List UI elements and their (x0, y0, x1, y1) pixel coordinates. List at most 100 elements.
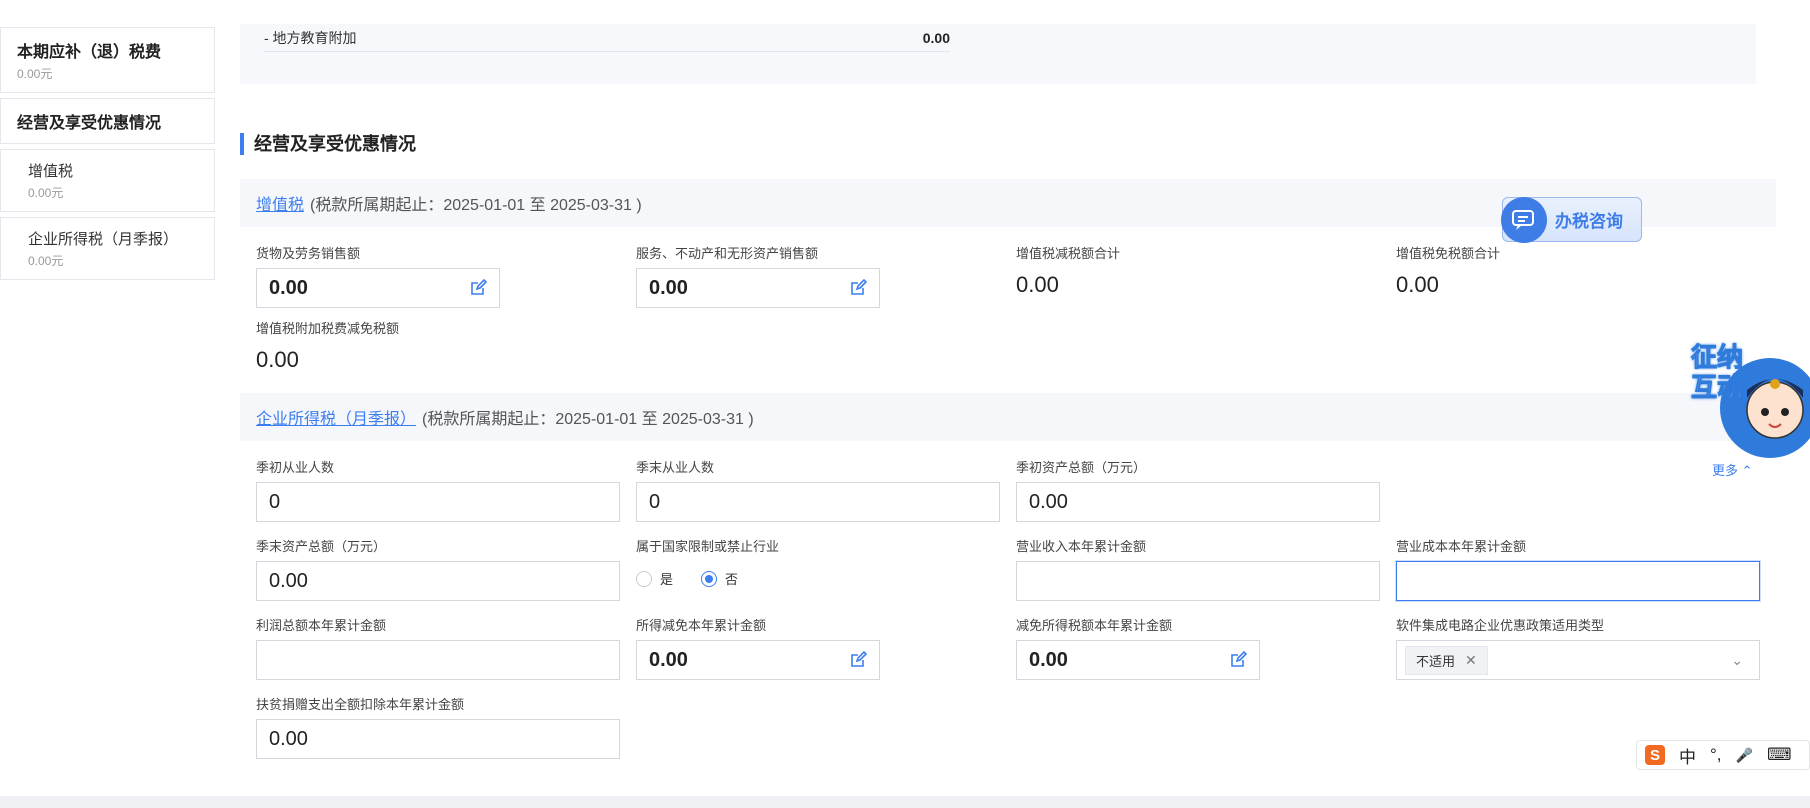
field-label: 属于国家限制或禁止行业 (636, 539, 780, 554)
cost-ytd-field: 营业成本本年累计金额 (1396, 537, 1760, 601)
tax-reduction-input[interactable]: 0.00 (1016, 640, 1260, 680)
surcharge-reduction-field: 增值税附加税费减免税额 0.00 (256, 319, 556, 373)
close-icon[interactable]: ✕ (1465, 652, 1477, 669)
tax-reduction-field: 减免所得税额本年累计金额 0.00 (1016, 616, 1260, 680)
end-employees-input[interactable]: 0 (636, 482, 1000, 522)
goods-sales-field: 货物及劳务销售额 0.00 (256, 244, 500, 308)
radio-label: 否 (725, 572, 739, 587)
edit-icon[interactable] (849, 651, 867, 669)
sidebar-item-vat[interactable]: 增值税 0.00元 (0, 149, 215, 212)
profit-ytd-input[interactable] (256, 640, 620, 680)
summary-value: 0.00 (922, 29, 950, 46)
service-sales-input[interactable]: 0.00 (636, 268, 880, 308)
start-assets-input[interactable]: 0.00 (1016, 482, 1380, 522)
field-value: 0.00 (256, 347, 299, 372)
bottom-strip (0, 796, 1810, 808)
radio-no-circle[interactable] (701, 570, 718, 587)
sidebar-item-tax-due[interactable]: 本期应补（退）税费 0.00元 (0, 27, 215, 93)
sogou-logo-icon[interactable]: S (1645, 745, 1665, 765)
mascot-assistant[interactable]: 征纳互动 (1685, 340, 1810, 460)
sidebar-item-amount: 0.00元 (17, 67, 53, 81)
cost-ytd-input[interactable] (1396, 561, 1760, 601)
selected-tag: 不适用 ✕ (1405, 645, 1488, 675)
field-value: 0.00 (1396, 272, 1439, 297)
field-label: 季末资产总额（万元） (256, 539, 387, 554)
sidebar-item-label: 企业所得税（月季报） (28, 231, 179, 248)
field-label: 营业收入本年累计金额 (1016, 539, 1147, 554)
start-employees-input[interactable]: 0 (256, 482, 620, 522)
software-policy-select[interactable]: 不适用 ✕ ⌄ (1396, 640, 1760, 680)
radio-label: 是 (660, 572, 674, 587)
end-employees-field: 季末从业人数 0 (636, 458, 1000, 522)
field-label: 所得减免本年累计金额 (636, 618, 767, 633)
income-reduction-input[interactable]: 0.00 (636, 640, 880, 680)
section-title: 经营及享受优惠情况 (240, 133, 416, 155)
field-label: 货物及劳务销售额 (256, 246, 361, 261)
field-label: 季末从业人数 (636, 460, 715, 475)
poverty-donation-input[interactable]: 0.00 (256, 719, 620, 759)
radio-yes[interactable]: 是 (636, 569, 673, 588)
profit-ytd-field: 利润总额本年累计金额 (256, 616, 620, 680)
cit-period: (税款所属期起止：2025-01-01 至 2025-03-31 ) (422, 411, 754, 428)
software-policy-field: 软件集成电路企业优惠政策适用类型 不适用 ✕ ⌄ (1396, 616, 1760, 680)
radio-yes-circle[interactable] (636, 570, 652, 587)
tag-label: 不适用 (1416, 653, 1456, 669)
field-label: 季初资产总额（万元） (1016, 460, 1147, 475)
summary-row: - 地方教育附加 0.00 (264, 24, 950, 52)
field-label: 软件集成电路企业优惠政策适用类型 (1396, 618, 1605, 633)
income-reduction-field: 所得减免本年累计金额 0.00 (636, 616, 880, 680)
summary-label: - 地方教育附加 (264, 29, 357, 46)
radio-no[interactable]: 否 (701, 569, 738, 588)
edit-icon[interactable] (469, 279, 487, 297)
mascot-text: 征纳互动 (1691, 342, 1744, 403)
goods-sales-input[interactable]: 0.00 (256, 268, 500, 308)
poverty-donation-field: 扶贫捐赠支出全额扣除本年累计金额 0.00 (256, 695, 620, 759)
sidebar-item-operation[interactable]: 经营及享受优惠情况 (0, 98, 215, 144)
sidebar-item-amount: 0.00元 (28, 254, 64, 268)
field-label: 增值税附加税费减免税额 (256, 321, 400, 336)
field-label: 增值税减税额合计 (1016, 246, 1121, 261)
service-sales-field: 服务、不动产和无形资产销售额 0.00 (636, 244, 880, 308)
field-value: 0.00 (1016, 272, 1059, 297)
edit-icon[interactable] (849, 279, 867, 297)
edit-icon[interactable] (1229, 651, 1247, 669)
end-assets-input[interactable]: 0.00 (256, 561, 620, 601)
cit-band: 企业所得税（月季报） (税款所属期起止：2025-01-01 至 2025-03… (240, 393, 1776, 441)
microphone-icon[interactable]: 🎤 (1736, 747, 1753, 764)
field-label: 利润总额本年累计金额 (256, 618, 387, 633)
vat-exemption-field: 增值税免税额合计 0.00 (1396, 244, 1696, 298)
field-value: 0.00 (649, 276, 688, 299)
sidebar-item-cit[interactable]: 企业所得税（月季报） 0.00元 (0, 217, 215, 280)
field-label: 季初从业人数 (256, 460, 335, 475)
field-label: 扶贫捐赠支出全额扣除本年累计金额 (256, 697, 465, 712)
sidebar-item-label: 本期应补（退）税费 (17, 44, 162, 61)
punctuation-icon[interactable]: °, (1710, 745, 1722, 765)
field-label: 增值税免税额合计 (1396, 246, 1501, 261)
consult-label: 办税咨询 (1555, 212, 1623, 231)
restricted-industry-field: 属于国家限制或禁止行业 是 否 (636, 537, 1000, 588)
keyboard-icon[interactable]: ⌨ (1767, 745, 1792, 765)
start-employees-field: 季初从业人数 0 (256, 458, 620, 522)
vat-reduction-field: 增值税减税额合计 0.00 (1016, 244, 1316, 298)
chat-icon (1501, 196, 1547, 243)
revenue-ytd-input[interactable] (1016, 561, 1380, 601)
field-label: 服务、不动产和无形资产销售额 (636, 246, 819, 261)
sidebar-nav: 本期应补（退）税费 0.00元 经营及享受优惠情况 增值税 0.00元 企业所得… (0, 27, 215, 285)
cit-link[interactable]: 企业所得税（月季报） (256, 405, 416, 429)
revenue-ytd-field: 营业收入本年累计金额 (1016, 537, 1380, 601)
field-label: 营业成本本年累计金额 (1396, 539, 1527, 554)
vat-link[interactable]: 增值税 (256, 191, 304, 215)
summary-box: - 地方教育附加 0.00 (240, 24, 1756, 84)
ime-chinese-toggle[interactable]: 中 (1679, 743, 1696, 768)
sidebar-item-label: 经营及享受优惠情况 (17, 115, 162, 132)
end-assets-field: 季末资产总额（万元） 0.00 (256, 537, 620, 601)
field-value: 0.00 (269, 276, 308, 299)
field-label: 减免所得税额本年累计金额 (1016, 618, 1173, 633)
ime-toolbar: S 中 °, 🎤 ⌨ (1636, 740, 1810, 770)
restricted-radio-group: 是 否 (636, 569, 1000, 588)
more-link[interactable]: 更多 ⌃ (1712, 460, 1753, 479)
chevron-down-icon[interactable]: ⌄ (1731, 652, 1743, 669)
sidebar-item-label: 增值税 (28, 163, 74, 180)
sidebar-item-amount: 0.00元 (28, 186, 64, 200)
tax-consult-button[interactable]: 办税咨询 (1501, 196, 1642, 243)
